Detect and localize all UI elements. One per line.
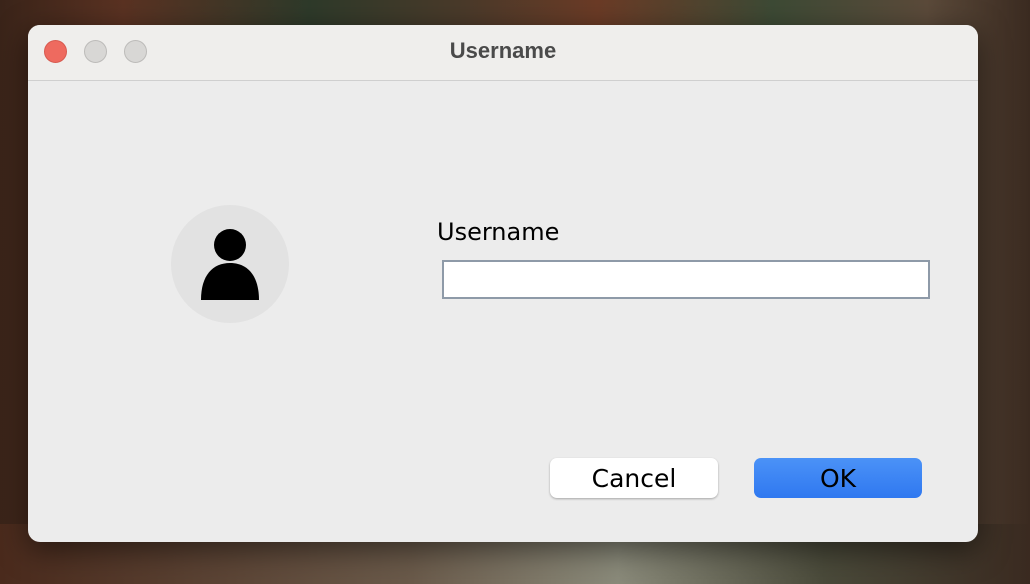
ok-button[interactable]: OK [754,458,922,498]
username-dialog: Username Username Cancel OK [28,25,978,542]
cancel-button[interactable]: Cancel [550,458,718,498]
title-bar[interactable]: Username [28,25,978,81]
avatar [171,205,289,323]
window-title: Username [449,38,557,63]
person-icon [201,229,259,300]
username-label: Username [437,218,560,246]
username-input[interactable] [442,260,930,299]
